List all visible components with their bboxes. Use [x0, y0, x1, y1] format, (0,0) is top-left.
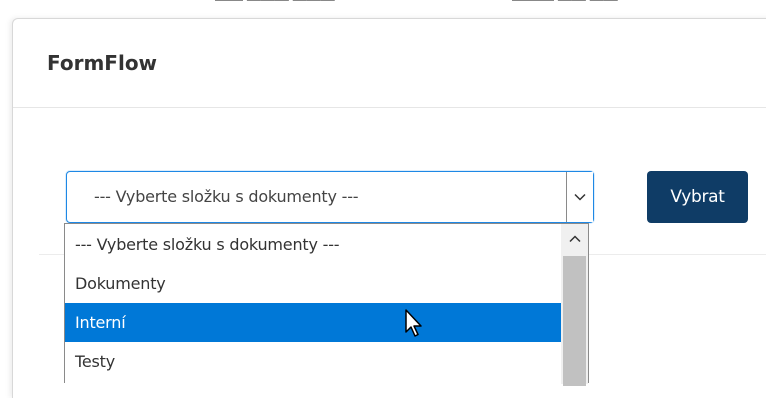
dropdown-option-testy[interactable]: Testy	[65, 342, 561, 381]
dropdown-option-placeholder[interactable]: --- Vyberte složku s dokumenty ---	[65, 225, 561, 264]
dropdown-scrollbar[interactable]	[561, 224, 588, 386]
background-text: ——— —— ——	[512, 0, 618, 7]
chevron-up-icon[interactable]	[561, 224, 588, 254]
modal-title: FormFlow	[47, 51, 158, 75]
scrollbar-thumb[interactable]	[563, 256, 586, 386]
mouse-pointer-icon	[405, 309, 422, 337]
folder-dropdown-list[interactable]: --- Vyberte složku s dokumenty --- Dokum…	[64, 223, 589, 386]
select-folder-button[interactable]: Vybrat	[647, 171, 748, 223]
chevron-down-icon[interactable]	[566, 172, 593, 222]
modal-header: FormFlow	[13, 19, 766, 108]
folder-select[interactable]: --- Vyberte složku s dokumenty ---	[66, 171, 594, 223]
dropdown-option-dokumenty[interactable]: Dokumenty	[65, 264, 561, 303]
dropdown-option-interni[interactable]: Interní	[65, 303, 561, 342]
folder-select-value: --- Vyberte složku s dokumenty ---	[94, 187, 359, 206]
background-text: —— ——— ———	[215, 0, 335, 7]
